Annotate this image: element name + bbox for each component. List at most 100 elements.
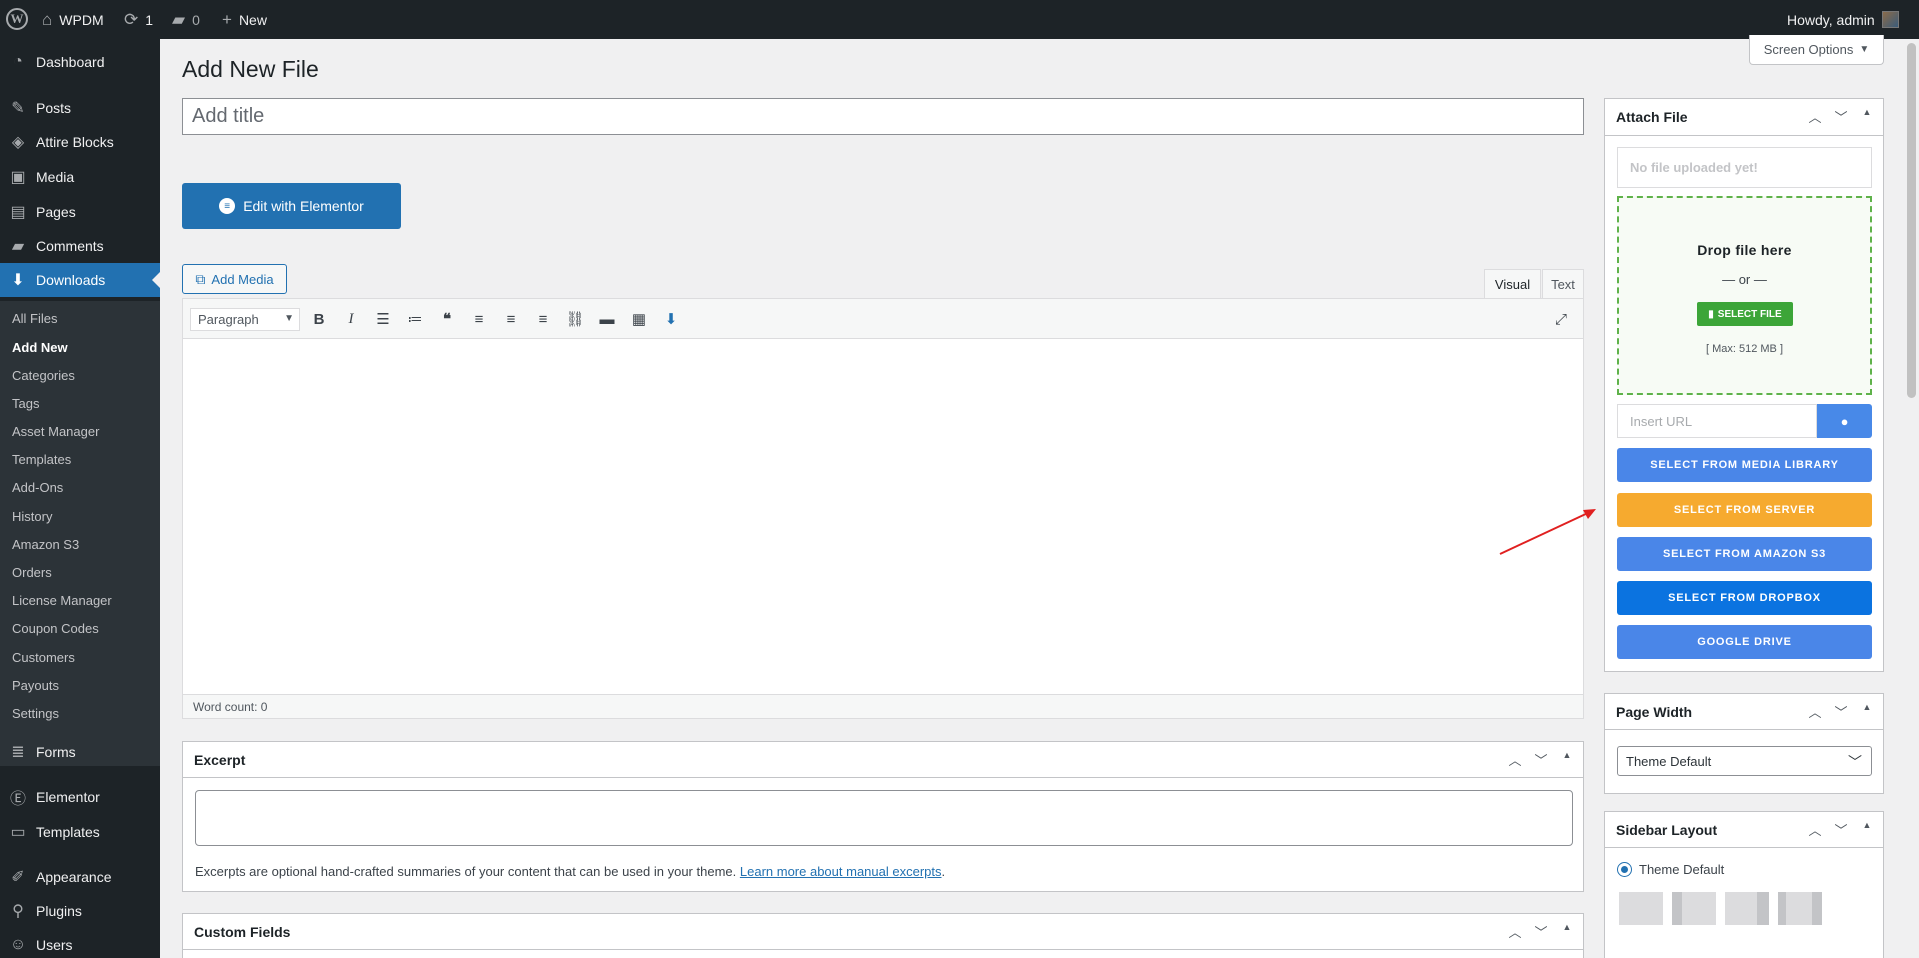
menu-comments[interactable]: ▰ Comments — [0, 229, 160, 263]
elementor-button-label: Edit with Elementor — [243, 198, 364, 214]
insert-url-button[interactable]: ● — [1817, 404, 1872, 438]
add-media-button[interactable]: ⧉ Add Media — [182, 264, 287, 294]
annotation-arrow — [1499, 509, 1596, 555]
menu-pages[interactable]: ▤ Pages — [0, 195, 160, 229]
chevron-up-icon[interactable]: ︿ — [1807, 820, 1823, 839]
submenu-settings[interactable]: Settings — [12, 706, 59, 721]
chevron-down-icon[interactable]: ﹀ — [1833, 820, 1849, 839]
toolbar-toggle-icon[interactable]: ▦ — [627, 307, 651, 331]
custom-fields-header[interactable]: Custom Fields — [183, 914, 1583, 950]
page-width-controls: ︿ ﹀ ▲ — [1807, 702, 1875, 721]
layout-thumb-both[interactable] — [1778, 892, 1822, 925]
chevron-up-icon[interactable]: ︿ — [1507, 750, 1523, 769]
edit-with-elementor-button[interactable]: ≡ Edit with Elementor — [182, 183, 401, 229]
submenu-license-manager[interactable]: License Manager — [12, 593, 112, 608]
site-name-link[interactable]: ⌂ WPDM — [42, 0, 104, 39]
numbered-list-icon[interactable]: ≔ — [403, 307, 427, 331]
download-shortcode-icon[interactable]: ⬇ — [659, 307, 683, 331]
chevron-up-icon[interactable]: ︿ — [1807, 702, 1823, 721]
submenu-add-ons[interactable]: Add-Ons — [12, 480, 63, 495]
submenu-categories[interactable]: Categories — [12, 368, 75, 383]
scrollbar-thumb[interactable] — [1907, 43, 1916, 398]
submenu-customers[interactable]: Customers — [12, 650, 75, 665]
bullet-list-icon[interactable]: ☰ — [371, 307, 395, 331]
collapse-triangle-icon[interactable]: ▲ — [1559, 750, 1575, 769]
menu-users[interactable]: ☺ Users — [0, 928, 160, 958]
submenu-add-new[interactable]: Add New — [12, 340, 68, 355]
submenu-payouts[interactable]: Payouts — [12, 678, 59, 693]
menu-label: Templates — [36, 824, 100, 840]
submenu-amazon-s3[interactable]: Amazon S3 — [12, 537, 79, 552]
collapse-triangle-icon[interactable]: ▲ — [1859, 107, 1875, 126]
layout-thumb-full[interactable] — [1619, 892, 1663, 925]
menu-dashboard[interactable]: ◔ Dashboard — [0, 45, 160, 79]
menu-templates[interactable]: ▭ Templates — [0, 815, 160, 849]
chevron-down-icon[interactable]: ﹀ — [1833, 107, 1849, 126]
collapse-triangle-icon[interactable]: ▲ — [1859, 702, 1875, 721]
comments-link[interactable]: ▰ 0 — [172, 0, 200, 39]
updates-link[interactable]: ⟳ 1 — [124, 0, 153, 39]
excerpt-header[interactable]: Excerpt — [183, 742, 1583, 778]
link-icon[interactable]: ⛓ — [563, 307, 587, 331]
sidebar-layout-title: Sidebar Layout — [1616, 821, 1718, 838]
select-file-label: SELECT FILE — [1717, 308, 1782, 320]
submenu-all-files[interactable]: All Files — [12, 311, 58, 326]
excerpt-textarea[interactable] — [195, 790, 1573, 846]
layout-thumb-right[interactable] — [1725, 892, 1769, 925]
format-select[interactable]: Paragraph ▼ — [190, 308, 300, 331]
menu-downloads[interactable]: ⬇ Downloads — [0, 263, 160, 297]
menu-plugins[interactable]: ⚲ Plugins — [0, 894, 160, 928]
new-content-link[interactable]: + New — [222, 0, 267, 39]
submenu-orders[interactable]: Orders — [12, 565, 52, 580]
select-media-library-button[interactable]: SELECT FROM MEDIA LIBRARY — [1617, 448, 1872, 482]
blockquote-icon[interactable]: ❝ — [435, 307, 459, 331]
google-drive-button[interactable]: GOOGLE DRIVE — [1617, 625, 1872, 659]
my-account-link[interactable]: Howdy, admin — [1787, 0, 1899, 39]
menu-posts[interactable]: ✎ Posts — [0, 91, 160, 125]
wordpress-logo-icon[interactable]: W — [6, 8, 28, 30]
radio-button[interactable] — [1617, 862, 1632, 877]
bold-icon[interactable]: B — [307, 307, 331, 331]
fullscreen-icon[interactable]: ⤢ — [1549, 307, 1573, 331]
page-scrollbar[interactable] — [1904, 39, 1919, 958]
sidebar-layout-option[interactable]: Theme Default — [1617, 862, 1724, 877]
page-width-select[interactable]: Theme Default ﹀ — [1617, 746, 1872, 776]
select-dropbox-button[interactable]: SELECT FROM DROPBOX — [1617, 581, 1872, 615]
submenu-history[interactable]: History — [12, 509, 52, 524]
submenu-templates[interactable]: Templates — [12, 452, 71, 467]
chevron-down-icon[interactable]: ﹀ — [1533, 922, 1549, 941]
menu-forms[interactable]: ≣ Forms — [0, 735, 160, 769]
submenu-tags[interactable]: Tags — [12, 396, 39, 411]
collapse-triangle-icon[interactable]: ▲ — [1559, 922, 1575, 941]
menu-appearance[interactable]: ✐ Appearance — [0, 860, 160, 894]
insert-url-input[interactable] — [1617, 404, 1817, 438]
menu-attire-blocks[interactable]: ◈ Attire Blocks — [0, 125, 160, 159]
tab-text[interactable]: Text — [1542, 269, 1584, 298]
menu-media[interactable]: ▣ Media — [0, 160, 160, 194]
collapse-triangle-icon[interactable]: ▲ — [1859, 820, 1875, 839]
tab-visual[interactable]: Visual — [1484, 269, 1541, 298]
excerpt-controls: ︿ ﹀ ▲ — [1507, 750, 1575, 769]
align-left-icon[interactable]: ≡ — [467, 307, 491, 331]
file-dropzone[interactable]: Drop file here — or — ▮ SELECT FILE [ Ma… — [1617, 196, 1872, 395]
select-amazon-s3-button[interactable]: SELECT FROM AMAZON S3 — [1617, 537, 1872, 571]
layout-thumb-left[interactable] — [1672, 892, 1716, 925]
chevron-down-icon: ﹀ — [1848, 754, 1862, 770]
italic-icon[interactable]: I — [339, 307, 363, 331]
download-icon: ⬇ — [11, 272, 25, 289]
chevron-down-icon[interactable]: ﹀ — [1833, 702, 1849, 721]
menu-elementor[interactable]: Ⓔ Elementor — [0, 780, 160, 814]
read-more-icon[interactable]: ▬ — [595, 307, 619, 331]
excerpt-learn-more-link[interactable]: Learn more about manual excerpts — [740, 864, 942, 879]
select-file-button[interactable]: ▮ SELECT FILE — [1697, 302, 1793, 326]
submenu-asset-manager[interactable]: Asset Manager — [12, 424, 99, 439]
select-server-button[interactable]: SELECT FROM SERVER — [1617, 493, 1872, 527]
chevron-down-icon[interactable]: ﹀ — [1533, 750, 1549, 769]
align-right-icon[interactable]: ≡ — [531, 307, 555, 331]
submenu-coupon-codes[interactable]: Coupon Codes — [12, 621, 99, 636]
chevron-up-icon[interactable]: ︿ — [1807, 107, 1823, 126]
title-input[interactable] — [182, 98, 1584, 135]
screen-options-button[interactable]: Screen Options ▼ — [1749, 35, 1884, 65]
align-center-icon[interactable]: ≡ — [499, 307, 523, 331]
chevron-up-icon[interactable]: ︿ — [1507, 922, 1523, 941]
